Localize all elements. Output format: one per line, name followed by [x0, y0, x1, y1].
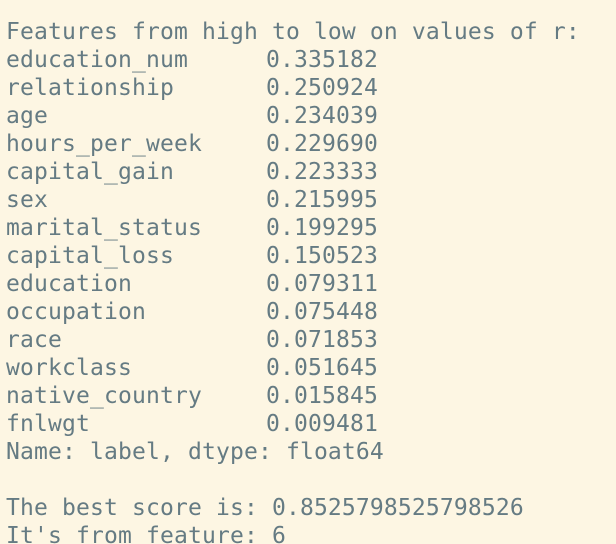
feature-value: 0.215995 — [266, 187, 378, 213]
table-row: education 0.079311 — [6, 270, 612, 298]
feature-name: fnlwgt — [6, 411, 90, 437]
feature-name: relationship — [6, 75, 174, 101]
feature-name: race — [6, 327, 62, 353]
feature-name: hours_per_week — [6, 131, 202, 157]
correlation-list: education_num 0.335182 relationship 0.25… — [6, 46, 612, 438]
feature-value: 0.335182 — [266, 47, 378, 73]
table-row: hours_per_week 0.229690 — [6, 130, 612, 158]
feature-name: occupation — [6, 299, 146, 325]
feature-value: 0.075448 — [266, 299, 378, 325]
cut-off-line — [6, 0, 612, 18]
feature-name: workclass — [6, 355, 132, 381]
feature-name: marital_status — [6, 215, 202, 241]
feature-value: 0.051645 — [266, 355, 378, 381]
table-row: capital_gain 0.223333 — [6, 158, 612, 186]
feature-value: 0.071853 — [266, 327, 378, 353]
table-row: capital_loss 0.150523 — [6, 242, 612, 270]
feature-name: education_num — [6, 47, 188, 73]
table-row: marital_status 0.199295 — [6, 214, 612, 242]
table-row: fnlwgt 0.009481 — [6, 410, 612, 438]
table-row: occupation 0.075448 — [6, 298, 612, 326]
feature-value: 0.199295 — [266, 215, 378, 241]
feature-name: capital_gain — [6, 159, 174, 185]
table-row: race 0.071853 — [6, 326, 612, 354]
feature-value: 0.150523 — [266, 243, 378, 269]
feature-value: 0.223333 — [266, 159, 378, 185]
table-row: sex 0.215995 — [6, 186, 612, 214]
terminal-output: Features from high to low on values of r… — [6, 0, 612, 544]
table-row: education_num 0.335182 — [6, 46, 612, 74]
feature-value: 0.250924 — [266, 75, 378, 101]
output-header: Features from high to low on values of r… — [6, 19, 580, 45]
table-row: native_country 0.015845 — [6, 382, 612, 410]
table-row: relationship 0.250924 — [6, 74, 612, 102]
feature-value: 0.234039 — [266, 103, 378, 129]
table-row: workclass 0.051645 — [6, 354, 612, 382]
feature-name: native_country — [6, 383, 202, 409]
table-row: age 0.234039 — [6, 102, 612, 130]
feature-value: 0.079311 — [266, 271, 378, 297]
feature-value: 0.015845 — [266, 383, 378, 409]
best-score-line: The best score is: 0.8525798525798526 — [6, 495, 524, 521]
series-info: Name: label, dtype: float64 — [6, 439, 384, 465]
feature-name: age — [6, 103, 48, 129]
feature-value: 0.229690 — [266, 131, 378, 157]
feature-name: capital_loss — [6, 243, 174, 269]
feature-value: 0.009481 — [266, 411, 378, 437]
best-feature-line: It's from feature: 6 — [6, 523, 286, 544]
feature-name: sex — [6, 187, 48, 213]
feature-name: education — [6, 271, 132, 297]
